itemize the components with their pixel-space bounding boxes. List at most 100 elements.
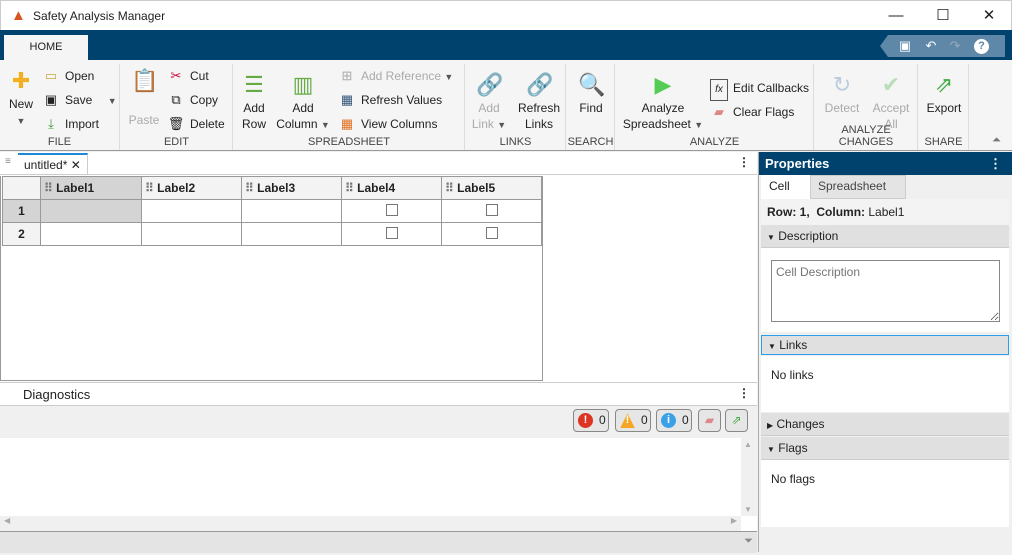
row-header[interactable]: 2 [2,222,41,246]
cut-button[interactable]: ✂ Cut [167,66,209,86]
add-link-icon: 🔗 [476,72,504,97]
properties-title: Properties [765,156,830,171]
checkbox[interactable] [385,203,398,216]
import-button[interactable]: ⤓ Import [42,114,99,134]
copy-button[interactable]: ⧉ Copy [167,90,218,110]
clear-diagnostics-button[interactable]: ▰ [698,409,721,432]
fx-icon: fx [710,79,728,101]
new-button[interactable]: ✚ New ▼ [4,68,38,129]
column-header[interactable]: ⠿ Label4 [341,176,442,200]
close-tab-icon[interactable]: ✕ [71,158,81,172]
properties-panel: Properties ⋮ Cell Spreadsheet Row: 1, Col… [758,152,1012,552]
expand-icon[interactable]: ⏷ [744,535,753,548]
edit-callbacks-button[interactable]: fx Edit Callbacks [710,78,809,101]
detect-button[interactable]: ↻ Detect [819,72,865,116]
refresh-links-button[interactable]: 🔗 Refresh Links [516,72,562,132]
add-row-button[interactable]: ☰ Add Row [236,72,272,132]
cut-label: Cut [190,69,209,83]
table-cell[interactable] [241,222,342,246]
column-header[interactable]: ⠿ Label3 [241,176,342,200]
column-header[interactable]: ⠿ Label2 [141,176,242,200]
table-cell[interactable] [141,222,242,246]
tab-home[interactable]: HOME [4,35,88,60]
add-reference-button[interactable]: ⊞ Add Reference ▼ [338,66,454,86]
ribbon-tab-strip: HOME ▣ ↶ ↷ ? [0,30,1012,60]
cell-description-input[interactable] [771,260,1000,322]
errors-filter-button[interactable]: ! 0 [573,409,609,432]
close-button[interactable]: ✕ [974,5,1004,27]
checkbox[interactable] [385,226,398,239]
vertical-scrollbar[interactable]: ▲ ▼ [741,438,757,516]
warnings-filter-button[interactable]: ! 0 [615,409,651,432]
horizontal-scrollbar[interactable]: ◀ ▶ [0,516,741,531]
accept-label-1: Accept [872,101,910,115]
more-options-icon[interactable]: ⋮ [738,155,750,169]
description-section-body [761,248,1009,332]
export-button[interactable]: ⇗ Export [921,72,967,116]
table-cell [441,199,542,223]
table-cell[interactable] [141,199,242,223]
accept-all-button[interactable]: ✔ Accept All [869,72,913,132]
minimize-button[interactable]: — [881,5,911,27]
changes-section-header[interactable]: ▶ Changes [761,413,1009,436]
document-tab[interactable]: untitled* ✕ [18,153,88,175]
tab-cell[interactable]: Cell [761,175,810,199]
tab-spreadsheet[interactable]: Spreadsheet [810,175,906,199]
window-title: Safety Analysis Manager [33,9,166,23]
caret-down-icon: ▼ [767,445,775,454]
save-button[interactable]: ▣ Save ▼ [42,90,117,110]
column-header[interactable]: ⠿ Label1 [40,176,142,200]
collapse-ribbon-icon[interactable]: ⏶ [992,134,1001,147]
column-header[interactable]: ⠿ Label5 [441,176,542,200]
save-icon[interactable]: ▣ [896,37,914,55]
add-link-label-2: Link [471,117,494,131]
column-label: Label3 [257,181,296,195]
open-button[interactable]: ▭ Open [42,66,95,86]
checkbox[interactable] [485,203,498,216]
table-cell[interactable] [40,222,142,246]
info-filter-button[interactable]: i0 [656,409,692,432]
maximize-button[interactable]: ☐ [928,5,958,27]
flags-section-header[interactable]: ▼ Flags [761,437,1009,460]
redo-icon[interactable]: ↷ [946,37,964,55]
find-button[interactable]: 🔍 Find [571,72,611,116]
refresh-values-button[interactable]: ▦ Refresh Values [338,90,442,110]
group-label: ANALYZE CHANGES [838,124,894,148]
save-icon: ▣ [44,92,58,107]
column-label: Label1 [56,181,95,195]
add-column-button[interactable]: ▥ Add Column ▼ [274,72,332,133]
view-columns-icon: ▦ [340,116,354,131]
clipboard-icon: 📋 [131,68,159,93]
paste-button[interactable]: 📋 Paste [125,68,163,128]
add-link-button[interactable]: 🔗 Add Link ▼ [470,72,508,133]
export-diagnostics-button[interactable]: ⇗ [725,409,748,432]
row-header[interactable]: 1 [2,199,41,223]
grid-border [0,176,1,381]
delete-button[interactable]: 🗑 Delete [167,114,225,134]
ribbon: ✚ New ▼ ▭ Open ▣ Save ▼ ⤓ Import FILE 📋 Paste … [0,60,1012,151]
undo-icon[interactable]: ↶ [922,37,940,55]
detect-label: Detect [824,101,860,115]
refresh-icon: ↻ [832,72,852,97]
clear-flags-button[interactable]: ▰ Clear Flags [710,102,794,122]
table-cell[interactable] [40,199,142,223]
description-section-header[interactable]: ▼ Description [761,225,1009,248]
drag-handle-icon[interactable]: ≡ [5,156,11,167]
chevron-down-icon[interactable]: ▼ [108,96,117,106]
group-analyze: ▶ Analyze Spreadsheet ▼ fx Edit Callbacks ▰… [616,64,814,150]
column-label: Column: [816,205,866,219]
checkbox[interactable] [485,226,498,239]
group-label: FILE [47,136,72,148]
links-section-header[interactable]: ▼ Links [761,335,1009,355]
table-cell[interactable] [241,199,342,223]
more-options-icon[interactable]: ⋮ [738,386,750,400]
more-options-icon[interactable]: ⋮ [989,152,1002,175]
table-cell [341,199,442,223]
view-columns-button[interactable]: ▦ View Columns [338,114,438,134]
add-reference-label: Add Reference [361,69,442,83]
caret-down-icon: ▼ [767,233,775,242]
quick-access-toolbar: ▣ ↶ ↷ ? [880,35,1005,57]
help-icon[interactable]: ? [974,39,989,54]
refresh-links-icon: 🔗 [526,72,554,97]
analyze-spreadsheet-button[interactable]: ▶ Analyze Spreadsheet ▼ [620,72,706,133]
